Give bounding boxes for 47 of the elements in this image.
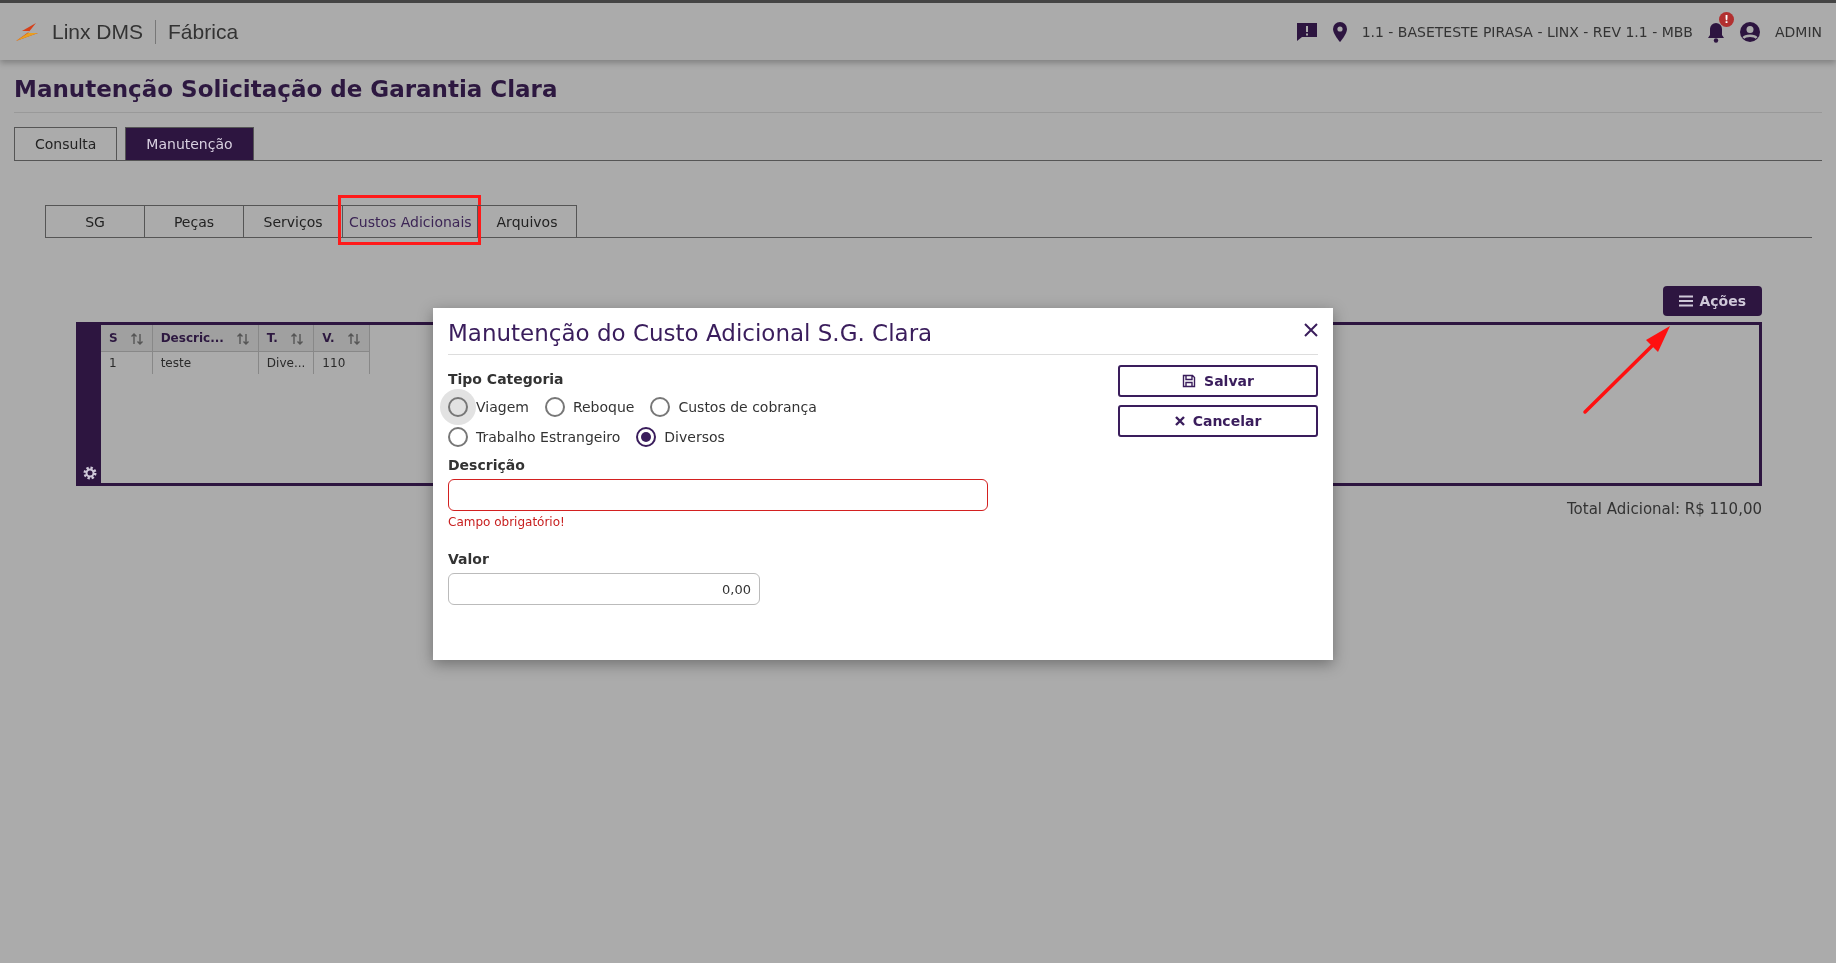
table-cell: 1 [101,351,153,374]
cancel-button[interactable]: Cancelar [1118,405,1318,437]
sort-icon [289,332,304,345]
subtab[interactable]: SG [45,205,145,237]
page-title: Manutenção Solicitação de Garantia Clara [14,70,1822,113]
table-cell: 110 [313,351,370,374]
radio-option[interactable]: Diversos [636,427,725,447]
field-label: Descrição [448,457,526,473]
input-field[interactable] [448,479,988,511]
column-header[interactable]: S [101,325,153,352]
sort-icon [346,332,361,345]
radio-option[interactable]: Trabalho Estrangeiro [448,427,621,447]
bell-icon[interactable] [1706,20,1725,43]
column-header[interactable]: V. [313,325,370,352]
total-text: Total Adicional: R$ 110,00 [1567,500,1762,518]
close-icon [1174,416,1185,426]
user-avatar-icon[interactable] [1738,20,1761,43]
message-alert-icon[interactable] [1295,21,1318,42]
save-icon [1182,374,1197,388]
field-label: Valor [448,551,490,567]
input-field[interactable]: 0,00 [448,573,760,605]
table-cell: teste [152,351,259,374]
location-text[interactable]: 1.1 - BASETESTE PIRASA - LINX - REV 1.1 - MBB [1361,23,1693,40]
sort-icon [235,332,250,345]
sort-icon [129,332,144,345]
actions-button[interactable]: Ações [1663,286,1762,316]
brand-name: Linx DMS [52,19,144,44]
radio-option[interactable]: Custos de cobrança [650,397,817,417]
subtab[interactable]: Arquivos [477,205,577,237]
location-pin-icon [1331,20,1348,43]
tab[interactable]: Manutenção [125,127,254,160]
modal-title: Manutenção do Custo Adicional S.G. Clara [448,320,1318,355]
settings-icon[interactable] [82,465,98,481]
menu-icon [1679,295,1694,307]
user-name[interactable]: ADMIN [1774,23,1822,40]
save-button[interactable]: Salvar [1118,365,1318,397]
close-button[interactable] [1303,322,1319,338]
tab[interactable]: Consulta [14,127,118,160]
radio-option[interactable]: Viagem [448,397,529,417]
module-name: Fábrica [168,19,239,44]
column-header[interactable]: Descric... [152,325,259,352]
radio-option[interactable]: Reboque [544,397,635,417]
column-header[interactable]: T. [258,325,314,352]
notification-badge: ! [1718,11,1734,27]
table-cell: Dive... [258,351,314,374]
field-label: Tipo Categoria [448,371,565,387]
error-message: Campo obrigatório! [448,515,566,529]
